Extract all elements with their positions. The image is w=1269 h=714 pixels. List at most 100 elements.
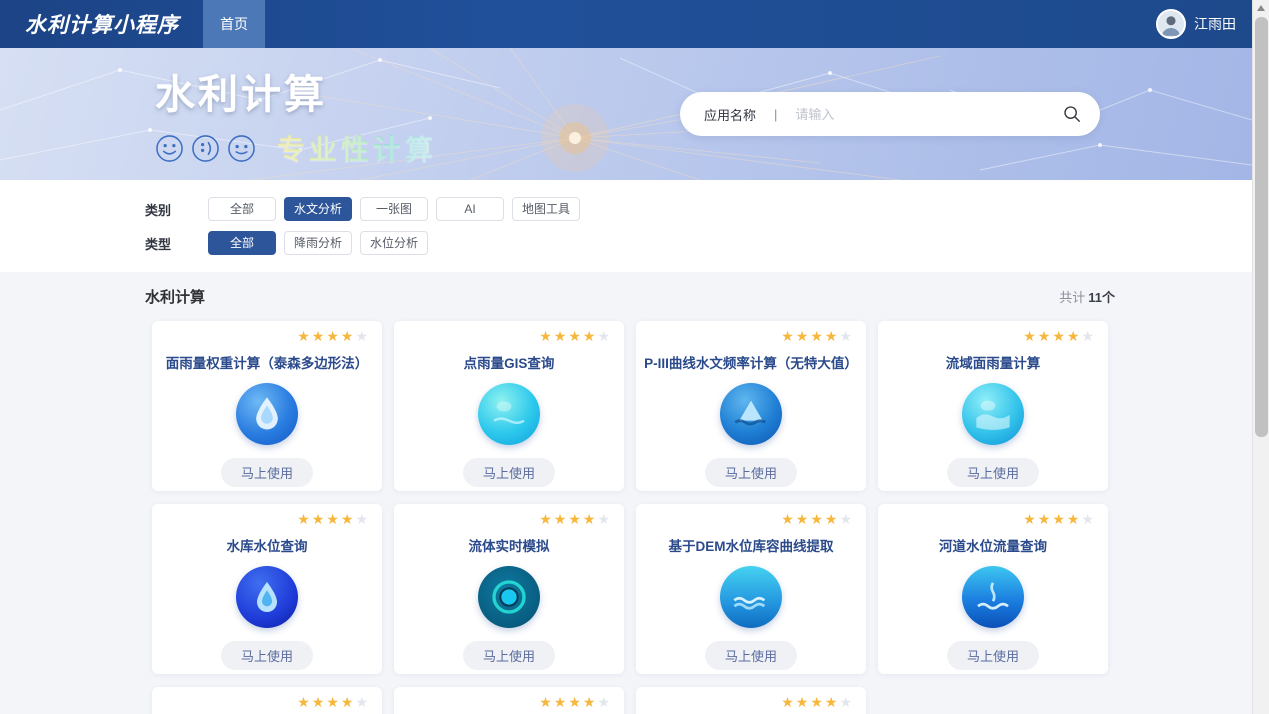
globe-sphere-icon: [478, 383, 540, 445]
user-account[interactable]: 江雨田: [1156, 9, 1236, 39]
star-filled-icon: ★: [796, 328, 811, 344]
star-empty-icon: ★: [355, 511, 370, 527]
use-now-button[interactable]: 马上使用: [947, 641, 1039, 670]
rating-stars: ★★★★★: [539, 512, 612, 526]
total-count-value: 11个: [1088, 290, 1115, 305]
use-now-button[interactable]: 马上使用: [463, 641, 555, 670]
page: 水利计算小程序 首页 江雨田: [0, 0, 1252, 714]
filter-row: 类型 全部降雨分析水位分析: [145, 231, 1252, 255]
filter-chip[interactable]: 水文分析: [284, 197, 352, 221]
rating-stars: ★★★★★: [781, 695, 854, 709]
ocean-waves-icon: [720, 566, 782, 628]
smiley-icon: [227, 134, 256, 163]
hero-subtitle: 专业性计算: [277, 128, 437, 168]
app-card-title: 点雨量GIS查询: [464, 352, 555, 372]
rating-stars: ★★★★★: [781, 512, 854, 526]
star-filled-icon: ★: [1023, 511, 1038, 527]
app-card[interactable]: ★★★★★点雨量GIS查询马上使用: [394, 321, 624, 491]
magnifier-icon[interactable]: [1062, 104, 1082, 124]
total-count: 共计11个: [1059, 287, 1115, 306]
section-title: 水利计算: [145, 286, 205, 307]
star-filled-icon: ★: [583, 511, 598, 527]
app-card-title: 基于DEM水位库容曲线提取: [669, 535, 834, 555]
star-filled-icon: ★: [810, 328, 825, 344]
star-empty-icon: ★: [597, 511, 612, 527]
star-empty-icon: ★: [839, 694, 854, 710]
use-now-button[interactable]: 马上使用: [463, 458, 555, 487]
rating-stars: ★★★★★: [1023, 329, 1096, 343]
star-filled-icon: ★: [781, 694, 796, 710]
star-empty-icon: ★: [1081, 511, 1096, 527]
fluid-rings-icon: [478, 566, 540, 628]
hero-banner: 水利计算 专业性计算: [0, 48, 1252, 180]
user-avatar[interactable]: [1156, 9, 1186, 39]
app-card-title: 面雨量权重计算（泰森多边形法）: [166, 352, 369, 372]
filter-chip[interactable]: 全部: [208, 197, 276, 221]
app-card[interactable]: ★★★★★ 基于DEM水位库容曲线提取马上使用: [636, 504, 866, 674]
star-filled-icon: ★: [568, 511, 583, 527]
star-filled-icon: ★: [825, 328, 840, 344]
star-filled-icon: ★: [312, 511, 327, 527]
section-header: 水利计算 共计11个: [145, 286, 1115, 307]
filter-group-label: 类型: [145, 234, 175, 253]
star-filled-icon: ★: [796, 511, 811, 527]
app-card[interactable]: ★★★★★多雨量站点空间插值马上使用: [152, 687, 382, 714]
app-card[interactable]: ★★★★★流体实时模拟马上使用: [394, 504, 624, 674]
app-card-title: 流域面雨量计算: [946, 352, 1041, 372]
scrollbar-thumb[interactable]: [1255, 17, 1268, 437]
star-filled-icon: ★: [341, 328, 356, 344]
app-card[interactable]: ★★★★★智能识别马上使用: [636, 687, 866, 714]
nav-tab-home[interactable]: 首页: [203, 0, 265, 48]
rating-stars: ★★★★★: [539, 695, 612, 709]
use-now-button[interactable]: 马上使用: [221, 458, 313, 487]
star-filled-icon: ★: [297, 328, 312, 344]
person-photo-icon: [1158, 11, 1184, 37]
use-now-button[interactable]: 马上使用: [705, 458, 797, 487]
star-filled-icon: ★: [810, 511, 825, 527]
star-filled-icon: ★: [554, 511, 569, 527]
star-filled-icon: ★: [297, 511, 312, 527]
star-filled-icon: ★: [810, 694, 825, 710]
filter-chip[interactable]: 水位分析: [360, 231, 428, 255]
use-now-button[interactable]: 马上使用: [705, 641, 797, 670]
star-empty-icon: ★: [1081, 328, 1096, 344]
filter-panel: 类别全部水文分析一张图AI地图工具类型全部降雨分析水位分析: [0, 180, 1252, 272]
star-filled-icon: ★: [539, 511, 554, 527]
app-card[interactable]: ★★★★★天文潮调和分析马上使用: [394, 687, 624, 714]
star-filled-icon: ★: [554, 328, 569, 344]
star-filled-icon: ★: [825, 511, 840, 527]
star-filled-icon: ★: [297, 694, 312, 710]
filter-chip[interactable]: 降雨分析: [284, 231, 352, 255]
filter-rows: 类别全部水文分析一张图AI地图工具类型全部降雨分析水位分析: [145, 197, 1252, 255]
star-empty-icon: ★: [839, 511, 854, 527]
app-card[interactable]: ★★★★★河道水位流量查询马上使用: [878, 504, 1108, 674]
filter-chip[interactable]: 全部: [208, 231, 276, 255]
search-field-label: 应用名称: [704, 105, 756, 124]
app-card[interactable]: ★★★★★水库水位查询马上使用: [152, 504, 382, 674]
star-filled-icon: ★: [312, 328, 327, 344]
app-card-title: 水库水位查询: [227, 535, 308, 555]
iceberg-water-icon: [720, 383, 782, 445]
star-filled-icon: ★: [568, 328, 583, 344]
search-divider: |: [774, 107, 777, 122]
filter-row: 类别全部水文分析一张图AI地图工具: [145, 197, 1252, 221]
vertical-scrollbar[interactable]: [1252, 0, 1269, 714]
rating-stars: ★★★★★: [781, 329, 854, 343]
star-filled-icon: ★: [326, 328, 341, 344]
use-now-button[interactable]: 马上使用: [221, 641, 313, 670]
water-drop-icon: [236, 383, 298, 445]
scrollbar-up-arrow-icon[interactable]: [1253, 0, 1269, 16]
filter-chip[interactable]: 一张图: [360, 197, 428, 221]
use-now-button[interactable]: 马上使用: [947, 458, 1039, 487]
app-card-title: P-III曲线水文频率计算（无特大值）: [644, 352, 858, 372]
app-card[interactable]: ★★★★★面雨量权重计算（泰森多边形法）马上使用: [152, 321, 382, 491]
app-card[interactable]: ★★★★★ 流域面雨量计算马上使用: [878, 321, 1108, 491]
glossy-drop-icon: [236, 566, 298, 628]
app-card[interactable]: ★★★★★ P-III曲线水文频率计算（无特大值） 马上使用: [636, 321, 866, 491]
filter-chip[interactable]: 地图工具: [512, 197, 580, 221]
search-input[interactable]: [795, 107, 1062, 122]
star-filled-icon: ★: [341, 694, 356, 710]
filter-chip[interactable]: AI: [436, 197, 504, 221]
star-empty-icon: ★: [839, 328, 854, 344]
star-filled-icon: ★: [539, 328, 554, 344]
